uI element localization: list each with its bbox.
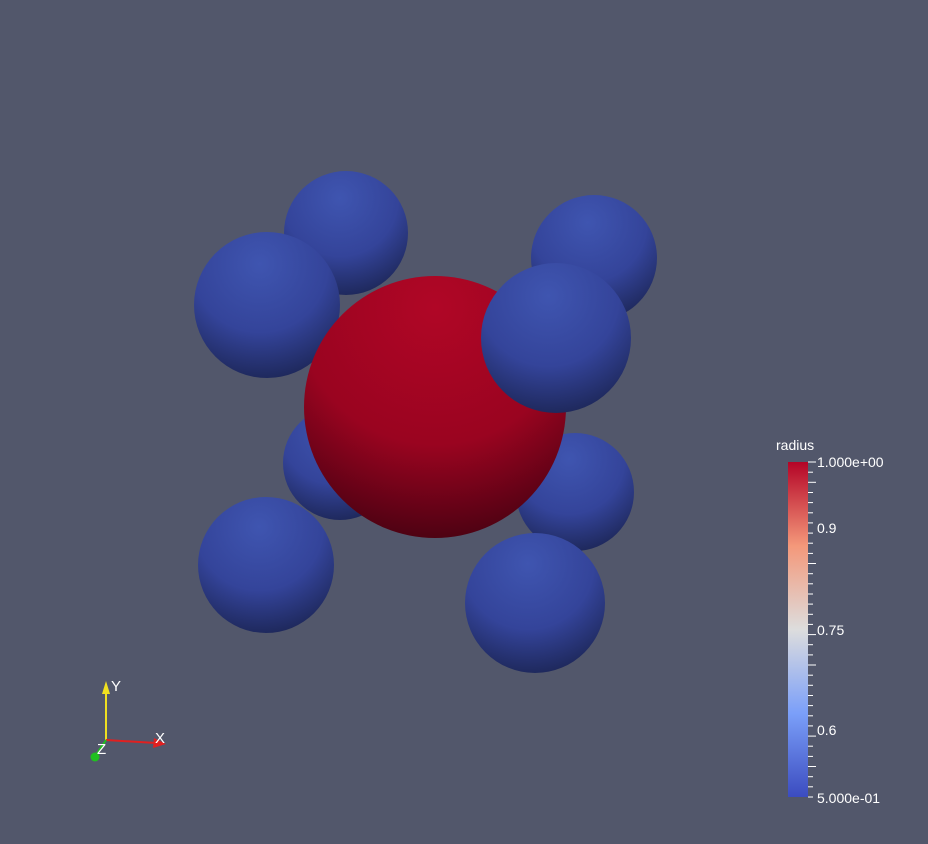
particle-sphere-front-lower-left: [198, 497, 334, 633]
render-viewport[interactable]: radius 1.000e+00 0.9 0.75 0.6 5.000e-01 …: [0, 0, 928, 844]
y-axis-label: Y: [111, 678, 122, 695]
x-axis-line: [105, 739, 157, 744]
x-axis-label: X: [155, 730, 166, 747]
scalar-bar-tick-label-0.75: 0.75: [817, 622, 845, 638]
scalar-bar-tick-label-0.6: 0.6: [817, 722, 837, 738]
scalar-bar-title: radius: [776, 437, 815, 453]
z-axis-label: Z: [97, 741, 107, 758]
scalar-bar-tick-label-0.9: 0.9: [817, 520, 837, 536]
scalar-bar: [788, 461, 816, 798]
scalar-bar-colormap: [788, 462, 808, 797]
scalar-bar-min-label: 5.000e-01: [817, 790, 881, 806]
render-scene: [90, 171, 816, 798]
scalar-bar-max-label: 1.000e+00: [817, 454, 884, 470]
particle-sphere-front-upper-right: [481, 263, 631, 413]
y-axis-arrow-icon: [102, 681, 110, 694]
scalar-bar-ticks: [808, 461, 816, 798]
particle-sphere-front-lower-right: [465, 533, 605, 673]
